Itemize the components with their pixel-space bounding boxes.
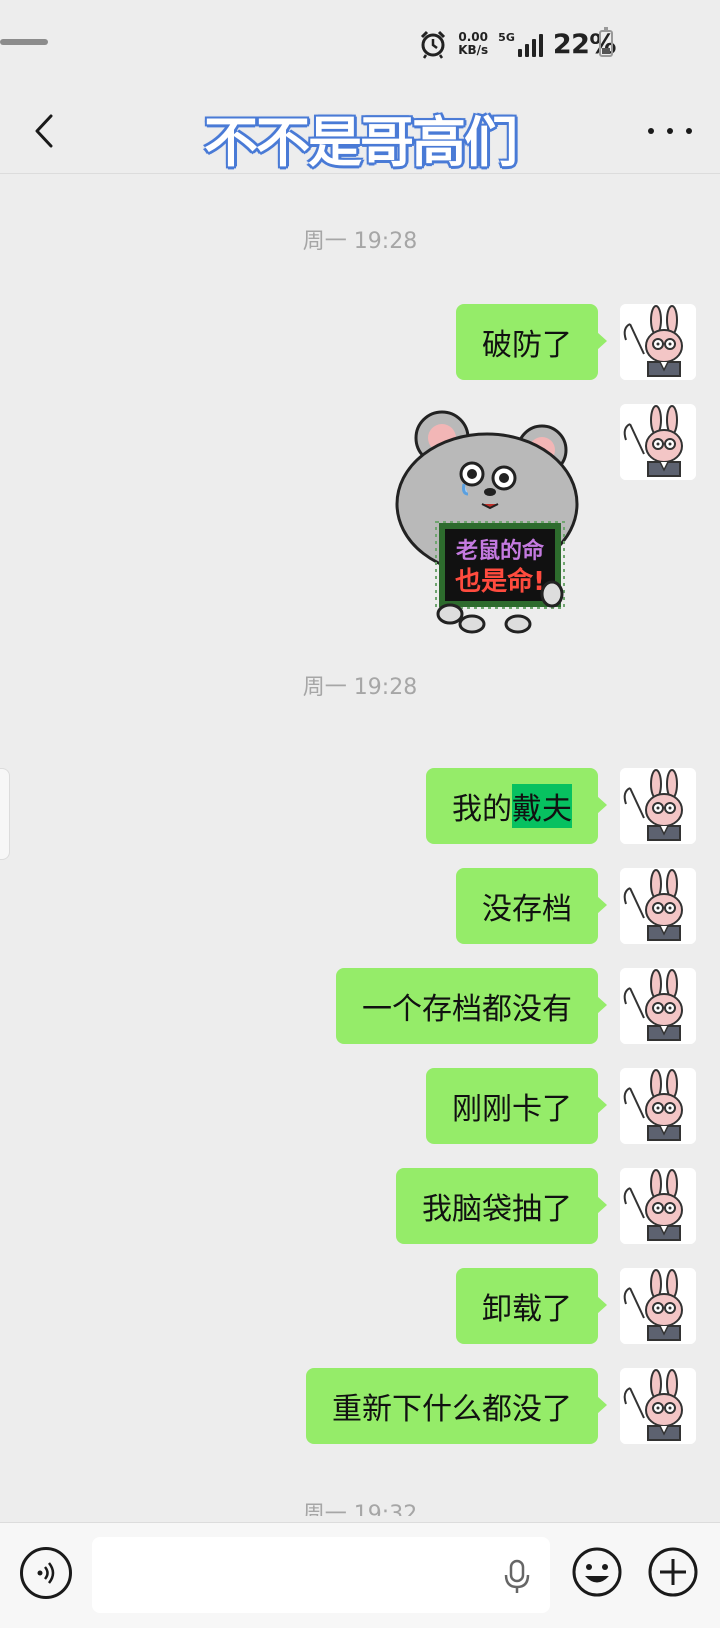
- message-row: 重新下什么都没了: [306, 1368, 696, 1444]
- chat-title: 不不是哥高们: [204, 111, 518, 174]
- net-speed-unit: KB/s: [458, 43, 489, 57]
- bunny-avatar-icon: [620, 768, 696, 844]
- emoji-icon[interactable]: [570, 1545, 624, 1599]
- bunny-avatar-icon: [620, 1368, 696, 1444]
- message-text: 我脑袋抽了: [422, 1192, 572, 1227]
- message-bubble[interactable]: 破防了: [456, 304, 607, 380]
- timestamp: 周一 19:28: [302, 675, 418, 700]
- bunny-avatar-icon: [620, 968, 696, 1044]
- timestamp: 周一 19:28: [302, 229, 418, 254]
- message-bubble[interactable]: 一个存档都没有: [336, 968, 607, 1044]
- message-bubble[interactable]: 没存档: [456, 868, 607, 944]
- message-text: 没存档: [482, 892, 572, 927]
- message-text: 破防了: [482, 328, 572, 363]
- message-input[interactable]: [92, 1537, 550, 1613]
- bunny-avatar-icon: [620, 868, 696, 944]
- side-handle[interactable]: [0, 768, 10, 860]
- input-bar: [0, 1522, 720, 1628]
- status-icons: 0.00 KB/s 5G 22%: [418, 26, 617, 62]
- message-row: 刚刚卡了: [426, 1068, 696, 1144]
- more-button[interactable]: [648, 118, 692, 144]
- plus-icon[interactable]: [646, 1545, 700, 1599]
- chat-header: 不不是哥高们: [0, 88, 720, 174]
- bunny-avatar-icon: [620, 404, 696, 480]
- alarm-icon: [421, 30, 446, 59]
- avatar[interactable]: [620, 868, 696, 944]
- back-button[interactable]: [24, 106, 64, 156]
- highlighted-text: 戴夫: [512, 784, 572, 828]
- chevron-left-icon: [35, 114, 53, 148]
- message-text: 我的: [452, 792, 512, 827]
- message-bubble[interactable]: 重新下什么都没了: [306, 1368, 607, 1444]
- timestamp: 周一 19:32: [302, 1502, 418, 1516]
- message-bubble[interactable]: 刚刚卡了: [426, 1068, 607, 1144]
- avatar[interactable]: [620, 1268, 696, 1344]
- voice-button[interactable]: [20, 1547, 72, 1599]
- message-row: 我脑袋抽了: [396, 1168, 696, 1244]
- mouse-sticker-icon: 老鼠的命 也是命!: [395, 410, 579, 634]
- signal-icon: 5G: [498, 31, 543, 57]
- bunny-avatar-icon: [620, 1068, 696, 1144]
- gesture-pill: [0, 39, 48, 45]
- message-row: 我的 戴夫: [426, 768, 696, 844]
- avatar[interactable]: [620, 968, 696, 1044]
- message-text: 重新下什么都没了: [332, 1392, 572, 1427]
- message-row: 破防了: [456, 304, 696, 380]
- avatar[interactable]: [620, 304, 696, 380]
- message-row: 一个存档都没有: [336, 968, 696, 1044]
- avatar[interactable]: [620, 1168, 696, 1244]
- message-bubble[interactable]: 我的 戴夫: [426, 768, 607, 844]
- signal-label: 5G: [498, 31, 515, 44]
- battery-icon: [599, 27, 613, 57]
- avatar[interactable]: [620, 1068, 696, 1144]
- net-speed: 0.00 KB/s: [458, 31, 488, 57]
- voice-icon: [37, 1562, 55, 1584]
- message-bubble[interactable]: 卸载了: [456, 1268, 607, 1344]
- more-dots-icon: [648, 128, 654, 134]
- status-bar: 0.00 KB/s 5G 22%: [0, 0, 720, 88]
- avatar[interactable]: [620, 768, 696, 844]
- message-row: 卸载了: [456, 1268, 696, 1344]
- bunny-avatar-icon: [620, 304, 696, 380]
- message-bubble[interactable]: 我脑袋抽了: [396, 1168, 607, 1244]
- mouse-sticker[interactable]: 老鼠的命 也是命!: [392, 408, 588, 634]
- message-row: 没存档: [456, 868, 696, 944]
- sticker-line-1: 老鼠的命: [455, 538, 545, 564]
- message-text: 卸载了: [482, 1292, 572, 1327]
- mic-icon[interactable]: [502, 1559, 532, 1595]
- bunny-avatar-icon: [620, 1268, 696, 1344]
- sticker-line-2: 也是命!: [455, 566, 545, 597]
- bunny-avatar-icon: [620, 1168, 696, 1244]
- message-text: 刚刚卡了: [452, 1092, 572, 1127]
- avatar[interactable]: [620, 1368, 696, 1444]
- avatar[interactable]: [620, 404, 696, 480]
- message-text: 一个存档都没有: [362, 992, 572, 1027]
